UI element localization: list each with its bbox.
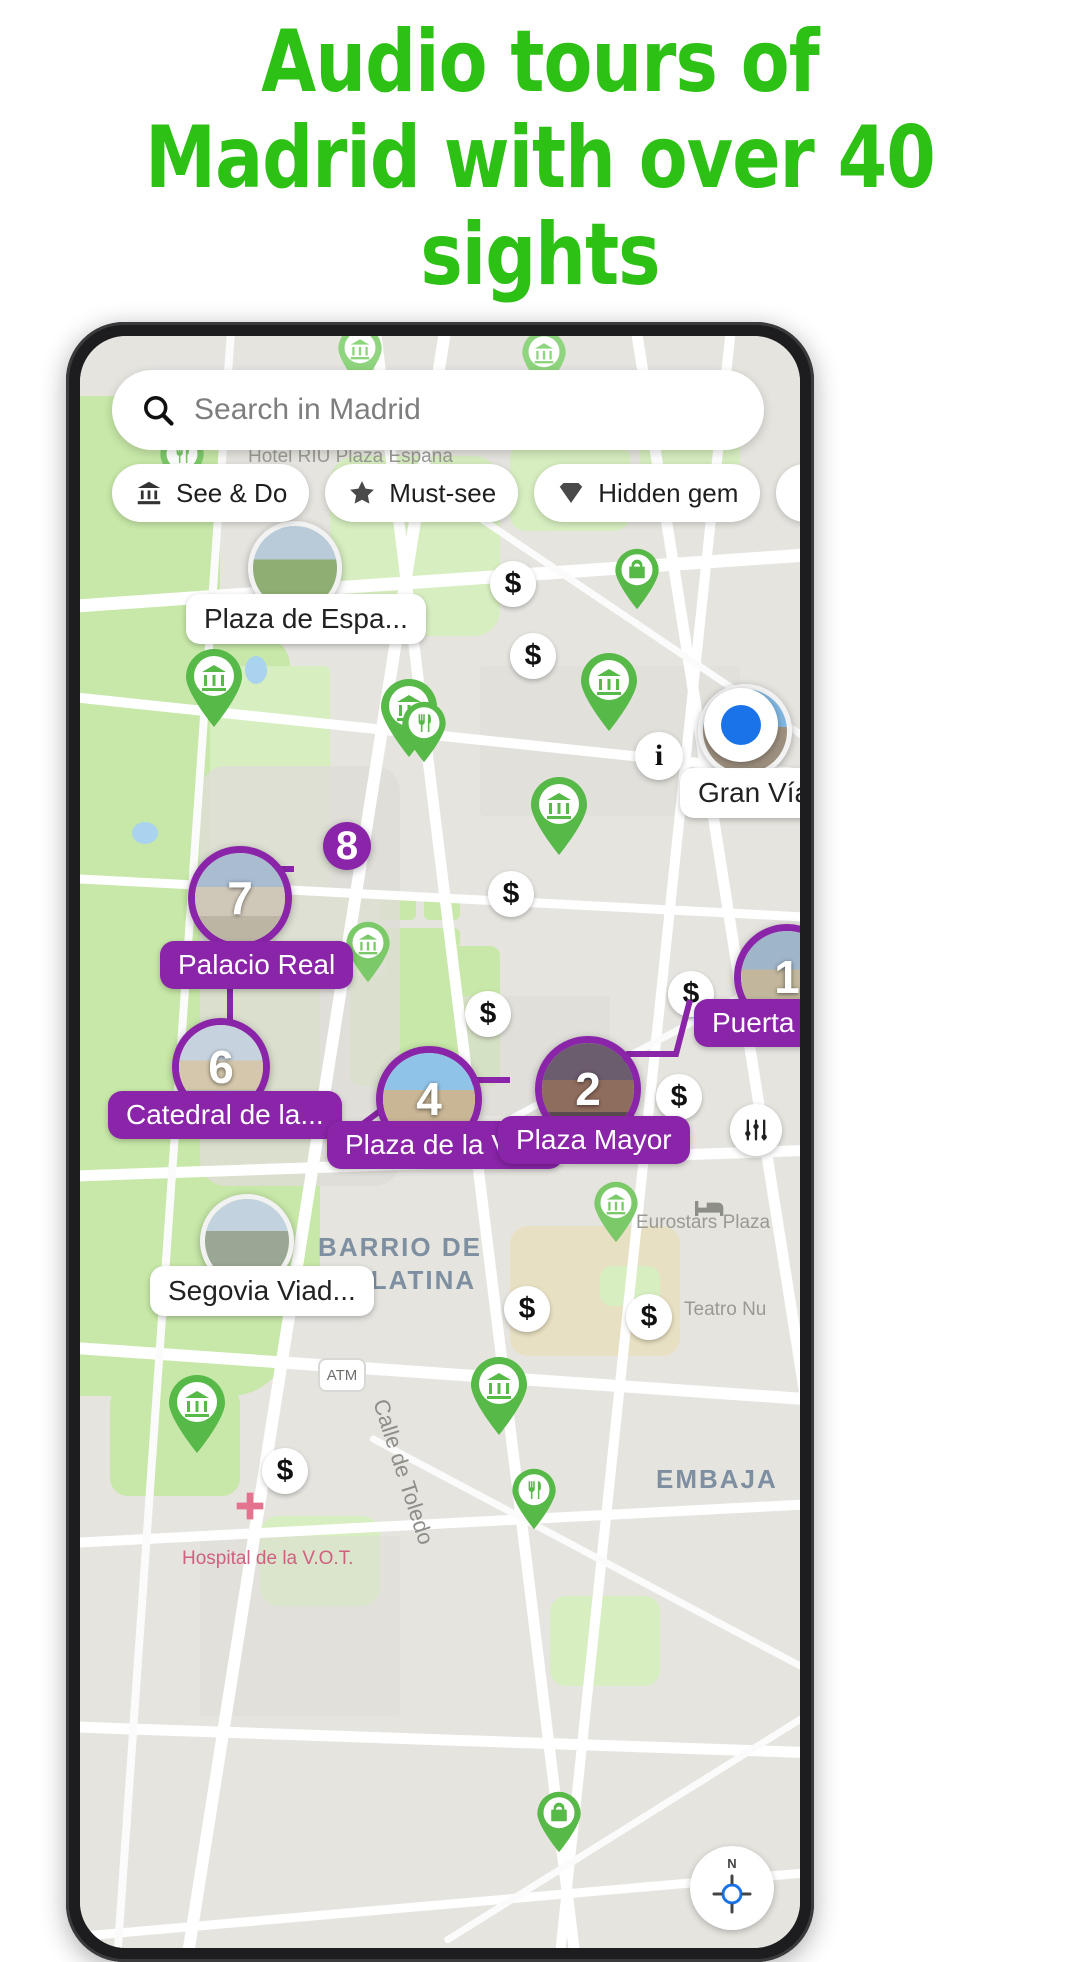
atm-label: ATM [326, 1366, 358, 1384]
headline-line-1: Audio tours of [261, 12, 820, 112]
tour-marker-label-palacio-real[interactable]: Palacio Real [160, 941, 354, 989]
map-park [550, 1596, 660, 1686]
place-label-plaza-espana[interactable]: Plaza de Espa... [186, 594, 426, 644]
compass-icon: N [712, 1856, 752, 1914]
museum-pin-icon[interactable] [468, 1356, 530, 1436]
map-canvas[interactable]: Hotel RIU Plaza Espana Abalú Eurostars P… [80, 336, 800, 1948]
museum-pin-icon[interactable] [183, 648, 245, 728]
star-icon [350, 481, 375, 504]
filter-chip-label: Free [798, 478, 800, 509]
map-text-label: Hospital de la V.O.T. [182, 1548, 354, 1569]
filter-chip-free[interactable]: Free [776, 464, 800, 522]
search-bar[interactable]: Search in Madrid [112, 370, 764, 450]
page-title: Audio tours of Madrid with over 40 sight… [43, 14, 1037, 303]
museum-icon [137, 481, 161, 505]
tour-marker-label-plaza-mayor[interactable]: Plaza Mayor [498, 1116, 690, 1164]
search-input[interactable]: Search in Madrid [194, 393, 421, 427]
filter-chip-label: Hidden gem [598, 477, 739, 508]
filter-chip-see-and-do[interactable]: See & Do [112, 464, 310, 522]
info-marker[interactable]: i [635, 732, 683, 780]
filter-chip-label: See & Do [176, 477, 288, 508]
area-label-line1: BARRIO DE [318, 1232, 482, 1262]
hospital-cross-icon [236, 1492, 264, 1520]
tour-marker-number: 6 [208, 1041, 234, 1093]
museum-pin-icon[interactable] [166, 1374, 228, 1454]
tour-marker-8[interactable]: 8 [323, 822, 371, 870]
price-marker[interactable]: $ [490, 561, 536, 607]
search-icon [144, 396, 174, 426]
map-area-label: EMBAJA [656, 1464, 778, 1494]
price-marker[interactable]: $ [504, 1286, 550, 1332]
tour-marker-number: 2 [575, 1063, 601, 1115]
map-road [80, 1492, 800, 1550]
price-marker[interactable]: $ [510, 633, 556, 679]
tour-marker-7[interactable]: 7 [188, 846, 292, 950]
tune-icon [745, 1119, 767, 1141]
user-location-dot [704, 688, 778, 762]
user-location-inner [721, 705, 761, 745]
tour-marker-number: 1 [774, 951, 800, 1003]
price-marker[interactable]: $ [488, 871, 534, 917]
map-layers-button[interactable] [730, 1104, 782, 1156]
tour-marker-number: 7 [227, 872, 253, 924]
price-marker[interactable]: $ [656, 1074, 702, 1120]
atm-marker[interactable]: ATM [318, 1358, 366, 1392]
phone-screen: Hotel RIU Plaza Espana Abalú Eurostars P… [80, 336, 800, 1948]
tour-marker-number: 4 [416, 1073, 442, 1125]
compass-control[interactable]: N [690, 1846, 774, 1930]
restaurant-pin-icon[interactable] [510, 1468, 558, 1530]
restaurant-pin-icon[interactable] [400, 701, 448, 763]
map-water [245, 656, 267, 684]
place-label-gran-via[interactable]: Gran Vía [680, 768, 800, 818]
price-marker[interactable]: $ [626, 1294, 672, 1340]
map-text-label: Teatro Nu [684, 1299, 767, 1320]
map-road [80, 1720, 800, 1763]
hotel-bed-icon [695, 1201, 724, 1216]
museum-pin-icon[interactable] [578, 652, 640, 732]
place-label-segovia-viaduct[interactable]: Segovia Viad... [150, 1266, 374, 1316]
price-marker[interactable]: $ [465, 991, 511, 1037]
tour-marker-number: 8 [335, 823, 359, 868]
filter-chip-row[interactable]: See & Do Must-see Hidden gem Free [112, 464, 800, 524]
svg-text:N: N [727, 1856, 736, 1871]
filter-chip-hidden-gem[interactable]: Hidden gem [534, 464, 761, 522]
filter-chip-label: Must-see [389, 477, 497, 508]
museum-pin-icon[interactable] [528, 776, 590, 856]
filter-chip-must-see[interactable]: Must-see [325, 464, 519, 522]
phone-mockup: Hotel RIU Plaza Espana Abalú Eurostars P… [66, 322, 814, 1962]
tour-marker-label-catedral[interactable]: Catedral de la... [108, 1091, 342, 1139]
shopping-pin-icon[interactable] [535, 1791, 583, 1853]
headline-line-2: Madrid with over 40 [145, 108, 936, 209]
museum-pin-icon[interactable] [592, 1181, 640, 1243]
diamond-icon [559, 483, 583, 503]
headline-line-3: sights [420, 204, 660, 305]
tour-marker-label-puerta[interactable]: Puerta ... [694, 999, 800, 1047]
map-water [132, 822, 158, 844]
shopping-pin-icon[interactable] [613, 548, 661, 610]
